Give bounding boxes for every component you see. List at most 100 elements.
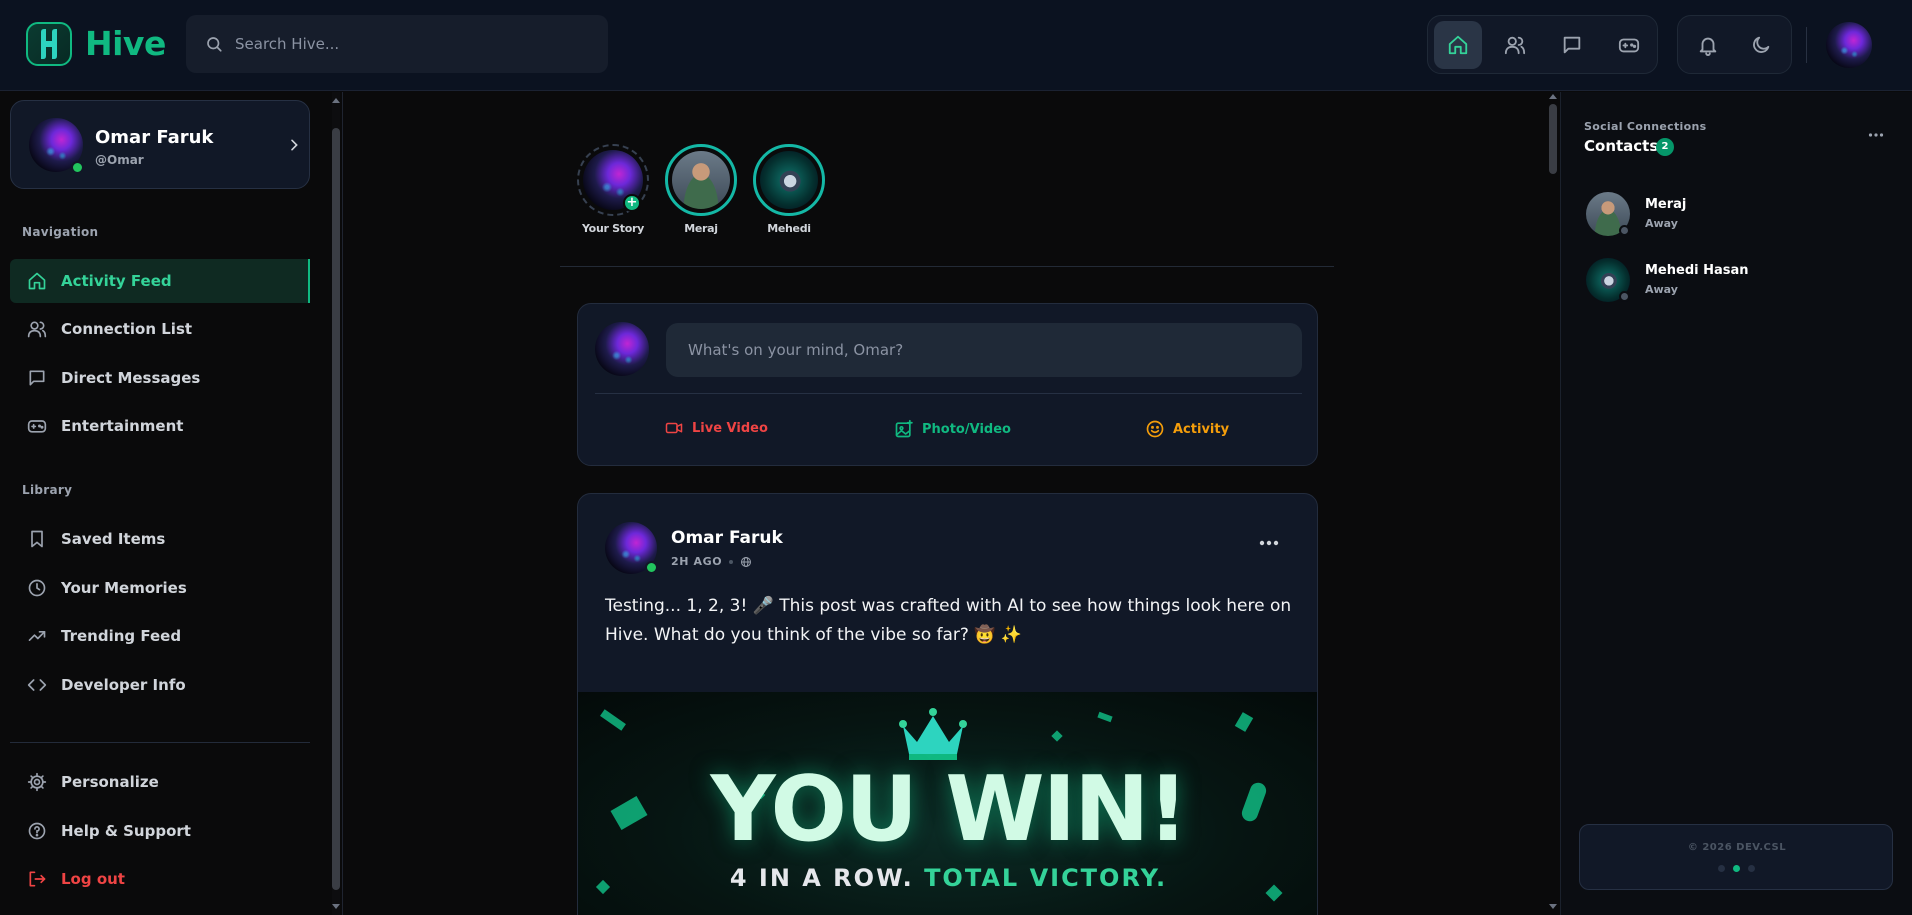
- chevron-right-icon: [291, 139, 298, 151]
- activity-button[interactable]: Activity: [1145, 419, 1229, 439]
- sidebar-item-your-memories[interactable]: Your Memories: [10, 566, 310, 610]
- story-ring: [753, 144, 825, 216]
- sidebar-item-label: Personalize: [61, 773, 159, 791]
- avatar[interactable]: [1826, 22, 1872, 68]
- contact-status: Away: [1645, 283, 1678, 296]
- composer-input[interactable]: [666, 323, 1302, 377]
- confetti-piece: [1097, 711, 1113, 723]
- story-ring: [665, 144, 737, 216]
- avatar: [672, 151, 730, 209]
- scroll-up-arrow-icon[interactable]: [1549, 94, 1557, 99]
- composer-divider: [595, 393, 1302, 394]
- search-input[interactable]: [235, 35, 575, 53]
- sidebar-item-trending-feed[interactable]: Trending Feed: [10, 614, 310, 658]
- video-icon: [665, 422, 683, 434]
- message-icon: [1563, 36, 1581, 53]
- footer-card: © 2026 DEV.CSL: [1579, 824, 1893, 890]
- contacts-count-badge: 2: [1656, 138, 1674, 156]
- sidebar-item-label: Help & Support: [61, 822, 191, 840]
- scroll-down-arrow-icon[interactable]: [1549, 904, 1557, 909]
- photo-video-button[interactable]: Photo/Video: [894, 419, 1011, 439]
- sidebar-item-label: Entertainment: [61, 417, 184, 435]
- contact-name: Mehedi Hasan: [1645, 263, 1749, 278]
- post-meta: 2H AGO: [671, 555, 752, 568]
- more-options-icon[interactable]: [1259, 540, 1279, 546]
- profile-name: Omar Faruk: [95, 127, 214, 148]
- post-image[interactable]: YOU WIN! 4 IN A ROW. TOTAL VICTORY.: [578, 692, 1317, 915]
- contact-item-mehedi-hasan[interactable]: Mehedi Hasan Away: [1586, 258, 1886, 306]
- nav-entertainment-button[interactable]: [1605, 21, 1653, 69]
- sidebar-item-saved-items[interactable]: Saved Items: [10, 517, 310, 561]
- confetti-piece: [1051, 730, 1063, 742]
- story-own[interactable]: + Your Story: [575, 144, 651, 235]
- search-bar[interactable]: [186, 15, 608, 73]
- app-name[interactable]: Hive: [85, 24, 166, 63]
- sidebar-item-developer-info[interactable]: Developer Info: [10, 663, 310, 707]
- sidebar-item-help-support[interactable]: Help & Support: [10, 809, 310, 853]
- scrollbar-thumb[interactable]: [1549, 104, 1557, 174]
- confetti-piece: [1234, 712, 1254, 732]
- banner-subtitle-part-a: 4 IN A ROW.: [729, 864, 914, 892]
- sidebar-item-connection-list[interactable]: Connection List: [10, 307, 310, 351]
- sidebar-item-activity-feed[interactable]: Activity Feed: [10, 259, 310, 303]
- post-author[interactable]: Omar Faruk: [671, 528, 783, 548]
- story-meraj[interactable]: Meraj: [663, 144, 739, 235]
- away-status-dot: [1619, 291, 1630, 302]
- contact-item-meraj[interactable]: Meraj Away: [1586, 192, 1886, 240]
- sidebar-item-direct-messages[interactable]: Direct Messages: [10, 356, 310, 400]
- more-options-icon[interactable]: [1868, 132, 1884, 138]
- banner-subtitle-part-b: TOTAL VICTORY.: [924, 864, 1168, 892]
- globe-icon: [741, 556, 752, 567]
- profile-handle: @Omar: [95, 153, 144, 167]
- scroll-up-arrow-icon[interactable]: [332, 98, 340, 103]
- post-text: Testing... 1, 2, 3! 🎤 This post was craf…: [605, 596, 1292, 645]
- primary-nav: [1427, 15, 1658, 74]
- smile-icon: [1146, 420, 1164, 438]
- story-label: Mehedi: [767, 222, 811, 235]
- post-time: 2H AGO: [671, 555, 723, 568]
- hive-logo-icon[interactable]: [26, 22, 72, 66]
- scrollbar-thumb[interactable]: [332, 128, 340, 890]
- moon-icon: [1753, 36, 1770, 53]
- sidebar-item-entertainment[interactable]: Entertainment: [10, 404, 310, 448]
- sidebar-item-log-out[interactable]: Log out: [10, 857, 310, 901]
- carousel-dot[interactable]: [1718, 865, 1725, 872]
- feed-scrollbar[interactable]: [1546, 92, 1560, 915]
- sidebar-item-label: Your Memories: [61, 579, 187, 597]
- gamepad-icon: [27, 420, 47, 433]
- sidebar-item-label: Trending Feed: [61, 627, 182, 645]
- gamepad-icon: [1618, 38, 1640, 52]
- notifications-button[interactable]: [1684, 21, 1732, 69]
- online-status-dot: [71, 161, 84, 174]
- sidebar-border: [342, 92, 343, 915]
- nav-connections-button[interactable]: [1491, 21, 1539, 69]
- post-card: Omar Faruk 2H AGO Testing... 1, 2, 3! 🎤 …: [577, 493, 1318, 915]
- scroll-down-arrow-icon[interactable]: [332, 904, 340, 909]
- carousel-dot[interactable]: [1748, 865, 1755, 872]
- nav-messages-button[interactable]: [1548, 21, 1596, 69]
- section-title-navigation: Navigation: [22, 225, 99, 239]
- story-mehedi[interactable]: Mehedi: [751, 144, 827, 235]
- sidebar-scrollbar[interactable]: [330, 92, 342, 915]
- section-title-library: Library: [22, 483, 73, 497]
- sidebar-item-label: Log out: [61, 870, 125, 888]
- online-status-dot: [645, 561, 658, 574]
- sidebar-item-personalize[interactable]: Personalize: [10, 760, 310, 804]
- bookmark-icon: [31, 530, 43, 548]
- avatar: [595, 322, 649, 376]
- code-icon: [27, 679, 47, 691]
- story-label: Your Story: [582, 222, 644, 235]
- carousel-dots: [1718, 865, 1755, 872]
- live-video-button[interactable]: Live Video: [664, 419, 768, 437]
- contact-status: Away: [1645, 217, 1678, 230]
- banner-headline: YOU WIN!: [710, 757, 1188, 862]
- confetti-piece: [600, 709, 626, 731]
- users-icon: [27, 321, 47, 338]
- add-story-icon[interactable]: +: [623, 194, 641, 212]
- profile-card[interactable]: Omar Faruk @Omar: [10, 100, 310, 189]
- left-sidebar: Omar Faruk @Omar Navigation Activity Fee…: [0, 92, 330, 915]
- theme-toggle-button[interactable]: [1737, 21, 1785, 69]
- nav-home-button[interactable]: [1434, 20, 1482, 69]
- carousel-dot-active[interactable]: [1733, 865, 1740, 872]
- contacts-title: Contacts: [1584, 137, 1659, 155]
